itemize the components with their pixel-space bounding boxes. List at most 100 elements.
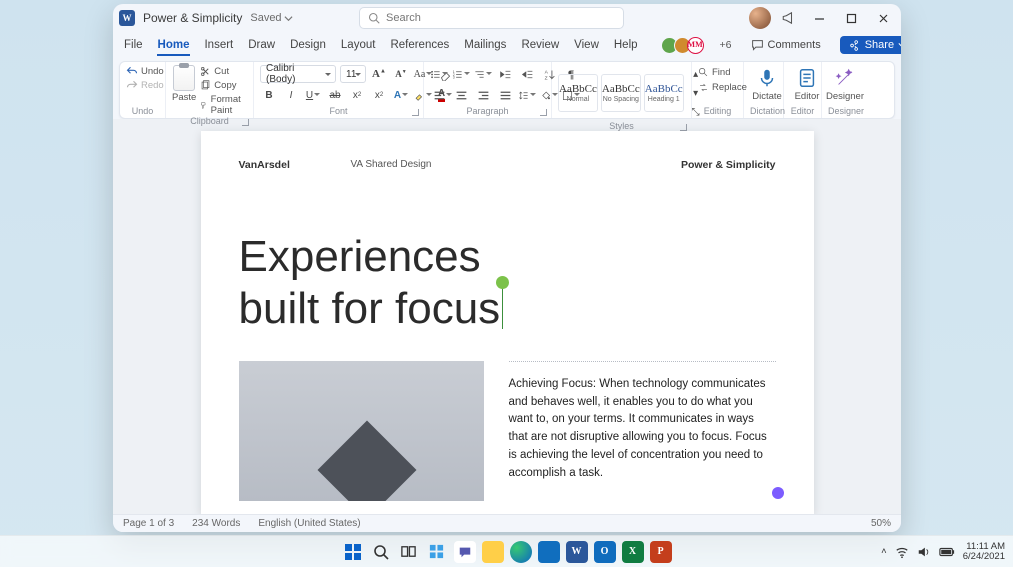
font-size-combo[interactable]: 11 [340,65,366,83]
group-clipboard: Paste Cut Copy Format Paint Clipboard [166,62,254,118]
page-header: VanArsdel VA Shared Design Power & Simpl… [239,159,776,171]
taskbar-search[interactable] [370,541,392,563]
battery-icon[interactable] [939,547,955,557]
taskbar-store[interactable] [538,541,560,563]
subscript-button[interactable]: x2 [348,86,366,104]
find-button[interactable]: Find [698,67,747,78]
text-effects-button[interactable]: A [392,86,410,104]
tray-chevron[interactable]: ˄ [881,546,887,557]
decrease-indent-button[interactable] [496,65,514,83]
style-no-spacing[interactable]: AaBbCcNo Spacing [601,74,641,112]
document-canvas[interactable]: VanArsdel VA Shared Design Power & Simpl… [113,119,901,514]
align-center-button[interactable] [452,86,470,104]
header-center: VA Shared Design [351,159,432,170]
task-view[interactable] [398,541,420,563]
format-painter-button[interactable]: Format Paint [200,94,247,116]
copy-icon [200,80,211,91]
bold-button[interactable]: B [260,86,278,104]
tab-view[interactable]: View [573,35,600,55]
redo-icon [126,79,138,91]
tab-file[interactable]: File [123,35,144,55]
taskbar-edge[interactable] [510,541,532,563]
redo-button[interactable]: Redo [126,79,164,91]
tab-design[interactable]: Design [289,35,327,55]
comments-button[interactable]: Comments [745,36,827,55]
dictate-button[interactable]: Dictate [750,65,784,104]
italic-button[interactable]: I [282,86,300,104]
style-normal[interactable]: AaBbCcNormal [558,74,598,112]
svg-text:Z: Z [544,75,547,81]
taskbar-explorer[interactable] [482,541,504,563]
replace-button[interactable]: Replace [698,82,747,93]
minimize-button[interactable] [809,7,831,29]
search-box[interactable]: Search [359,7,624,29]
svg-text:A: A [544,69,548,75]
status-zoom[interactable]: 50% [871,518,891,529]
shrink-font-button[interactable]: A▼ [392,65,410,83]
document-title-text[interactable]: Experiences built for focus [239,231,776,335]
wifi-icon[interactable] [895,545,909,559]
undo-button[interactable]: Undo [126,65,164,77]
copy-button[interactable]: Copy [200,80,247,91]
taskbar-outlook[interactable]: O [594,541,616,563]
presence-overflow[interactable]: +6 [720,39,732,51]
editor-button[interactable]: Editor [790,65,824,104]
align-left-button[interactable] [430,86,448,104]
cut-button[interactable]: Cut [200,66,247,77]
taskbar-powerpoint[interactable]: P [650,541,672,563]
document-page[interactable]: VanArsdel VA Shared Design Power & Simpl… [201,131,814,514]
status-page[interactable]: Page 1 of 3 [123,518,174,529]
font-family-combo[interactable]: Calibri (Body) [260,65,336,83]
maximize-button[interactable] [841,7,863,29]
tab-draw[interactable]: Draw [247,35,276,55]
widgets[interactable] [426,541,448,563]
volume-icon[interactable] [917,545,931,559]
tab-references[interactable]: References [389,35,450,55]
grow-font-button[interactable]: A▲ [370,65,388,83]
svg-text:3: 3 [453,75,455,79]
taskbar-clock[interactable]: 11:11 AM 6/24/2021 [963,542,1005,561]
tab-mailings[interactable]: Mailings [463,35,507,55]
presence-avatars[interactable]: MM [665,37,704,54]
group-label: Editor [790,106,815,118]
microphone-icon [756,67,778,89]
account-avatar[interactable] [749,7,771,29]
taskbar-chat[interactable] [454,541,476,563]
tab-insert[interactable]: Insert [203,35,234,55]
underline-button[interactable]: U [304,86,322,104]
document-title[interactable]: Power & Simplicity [143,11,242,25]
line-spacing-button[interactable] [518,86,536,104]
taskbar-word[interactable]: W [566,541,588,563]
style-heading1[interactable]: AaBbCcHeading 1 [644,74,684,112]
paste-button[interactable]: Paste [172,65,196,103]
align-right-button[interactable] [474,86,492,104]
autosave-status[interactable]: Saved [250,12,292,24]
multilevel-list-button[interactable] [474,65,492,83]
tab-review[interactable]: Review [520,35,560,55]
status-words[interactable]: 234 Words [192,518,240,529]
superscript-button[interactable]: x2 [370,86,388,104]
search-icon [373,544,389,560]
increase-indent-button[interactable] [518,65,536,83]
word-app-icon: W [119,10,135,26]
widgets-icon [428,543,445,560]
strikethrough-button[interactable]: ab [326,86,344,104]
taskbar-excel[interactable]: X [622,541,644,563]
group-font: Calibri (Body) 11 A▲ A▼ Aa B I U ab x2 x… [254,62,424,118]
tab-help[interactable]: Help [613,35,639,55]
document-image[interactable] [239,361,484,501]
document-body-text[interactable]: Achieving Focus: When technology communi… [509,361,776,501]
bullets-button[interactable] [430,65,448,83]
justify-button[interactable] [496,86,514,104]
tab-home[interactable]: Home [157,35,191,56]
megaphone-icon[interactable] [781,9,799,27]
ribbon: Undo Redo Undo Paste Cut Copy Format P [119,61,895,119]
numbering-button[interactable]: 123 [452,65,470,83]
close-button[interactable] [873,7,895,29]
outdent-icon [499,68,512,81]
designer-button[interactable]: Designer [828,65,862,104]
share-button[interactable]: Share [840,36,901,54]
tab-layout[interactable]: Layout [340,35,377,55]
status-language[interactable]: English (United States) [258,518,360,529]
start-button[interactable] [342,541,364,563]
